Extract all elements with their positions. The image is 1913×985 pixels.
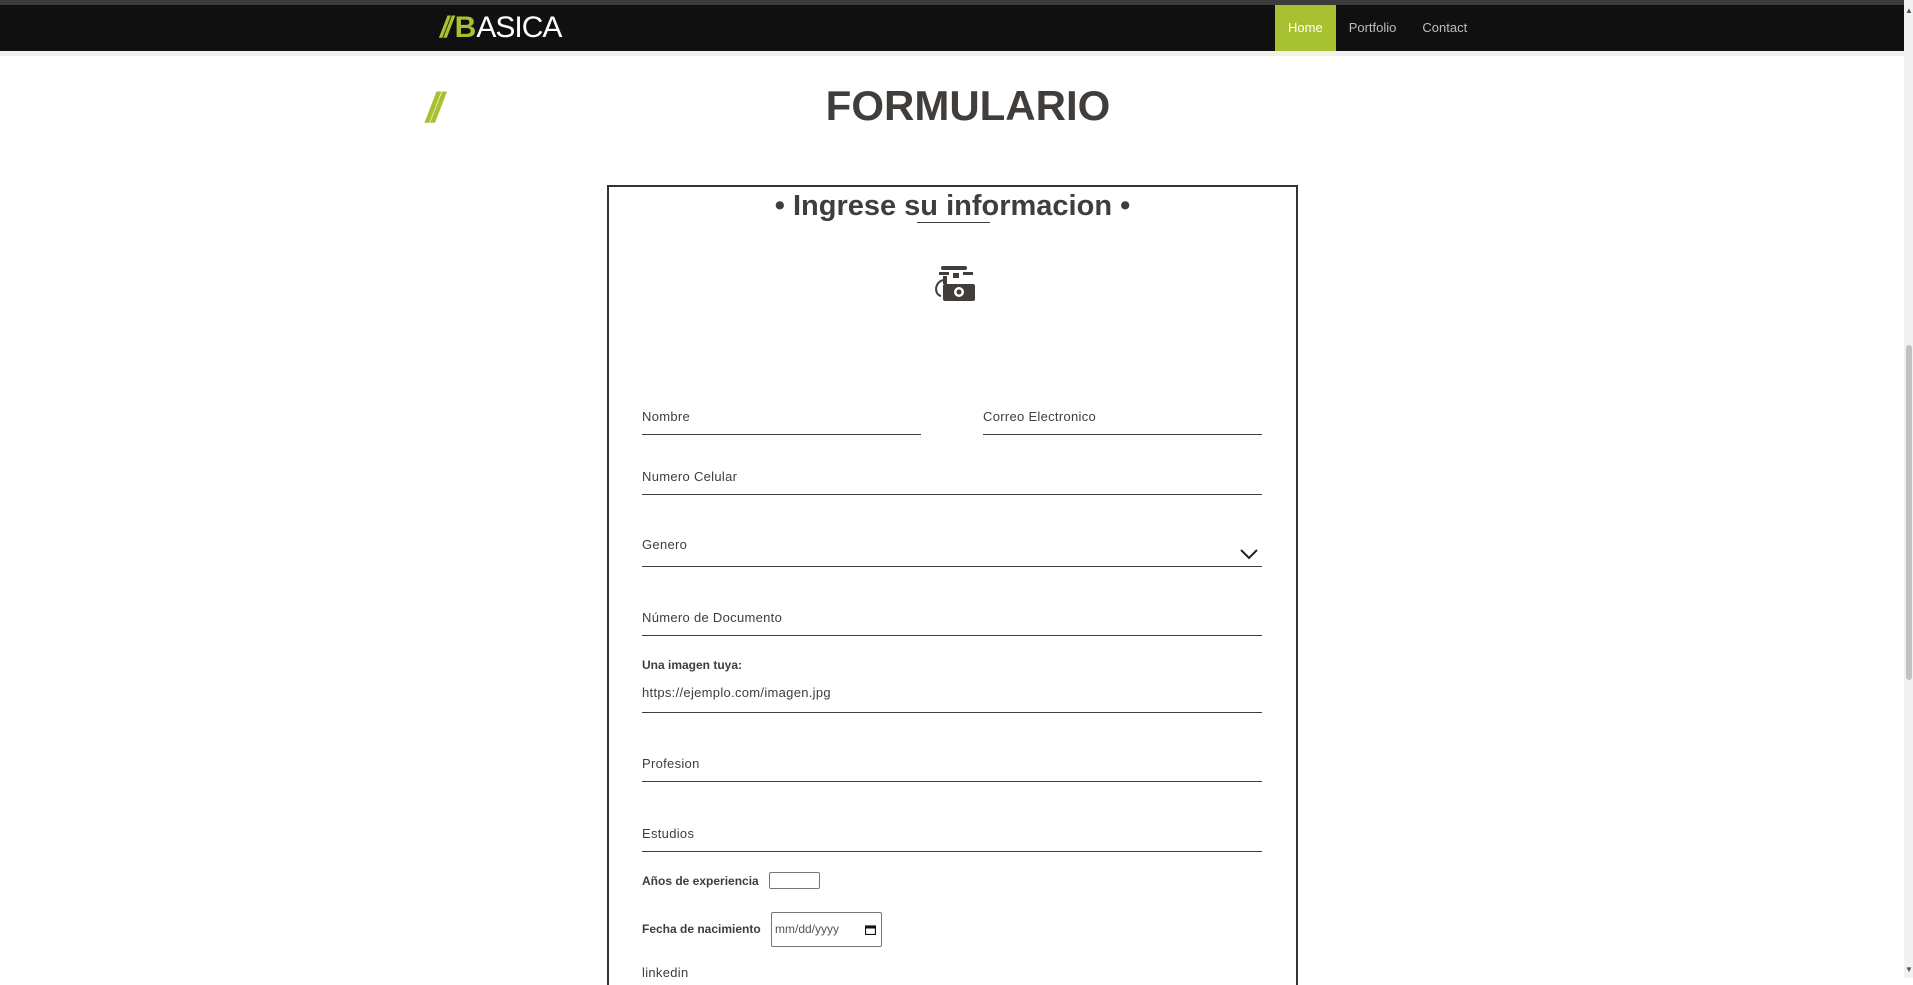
profesion-field[interactable]: Profesion — [642, 737, 1262, 782]
nacimiento-date-input[interactable]: mm/dd/yyyy — [771, 912, 882, 947]
navbar-underline — [0, 51, 1904, 56]
logo-b: B — [454, 11, 477, 44]
profesion-label: Profesion — [642, 756, 700, 771]
nav-contact[interactable]: Contact — [1409, 5, 1480, 51]
nacimiento-label: Fecha de nacimiento — [642, 922, 761, 936]
logo-slash: // — [440, 11, 453, 44]
estudios-label: Estudios — [642, 826, 695, 841]
date-placeholder: mm/dd/yyyy — [775, 922, 840, 936]
nav-portfolio[interactable]: Portfolio — [1336, 5, 1410, 51]
telephone-icon — [935, 266, 975, 301]
nombre-field[interactable]: Nombre — [642, 399, 921, 435]
form-container: • Ingrese su informacion • Nombre Correo… — [607, 185, 1298, 985]
celular-field[interactable]: Numero Celular — [642, 459, 1262, 495]
correo-field[interactable]: Correo Electronico — [983, 399, 1262, 435]
scroll-up-icon[interactable]: ▲ — [1905, 6, 1913, 15]
logo-text: ASICA — [476, 11, 562, 44]
scroll-down-icon[interactable]: ▼ — [1905, 965, 1913, 974]
genero-label: Genero — [642, 537, 688, 552]
calendar-icon[interactable] — [865, 925, 876, 935]
imagen-label: Una imagen tuya: — [642, 658, 743, 672]
scrollbar-thumb[interactable] — [1906, 345, 1912, 680]
documento-field[interactable]: Número de Documento — [642, 600, 1262, 636]
heading-underline — [917, 222, 990, 223]
chevron-down-icon — [1240, 549, 1258, 560]
documento-label: Número de Documento — [642, 610, 783, 625]
celular-label: Numero Celular — [642, 469, 738, 484]
form-heading: • Ingrese su informacion • — [774, 190, 1131, 222]
genero-select[interactable]: Genero — [642, 527, 1262, 567]
imagen-url-field[interactable]: https://ejemplo.com/imagen.jpg — [642, 675, 1262, 713]
estudios-field[interactable]: Estudios — [642, 807, 1262, 852]
page-title: FORMULARIO — [825, 82, 1111, 129]
logo[interactable]: // B ASICA — [440, 10, 562, 46]
nombre-label: Nombre — [642, 409, 691, 424]
experiencia-label: Años de experiencia — [642, 874, 759, 888]
main-nav: Home Portfolio Contact — [1275, 5, 1480, 51]
nav-home[interactable]: Home — [1275, 5, 1336, 51]
imagen-url-placeholder: https://ejemplo.com/imagen.jpg — [642, 685, 831, 700]
correo-label: Correo Electronico — [983, 409, 1097, 424]
experiencia-input[interactable] — [769, 872, 820, 889]
navbar — [0, 5, 1904, 51]
